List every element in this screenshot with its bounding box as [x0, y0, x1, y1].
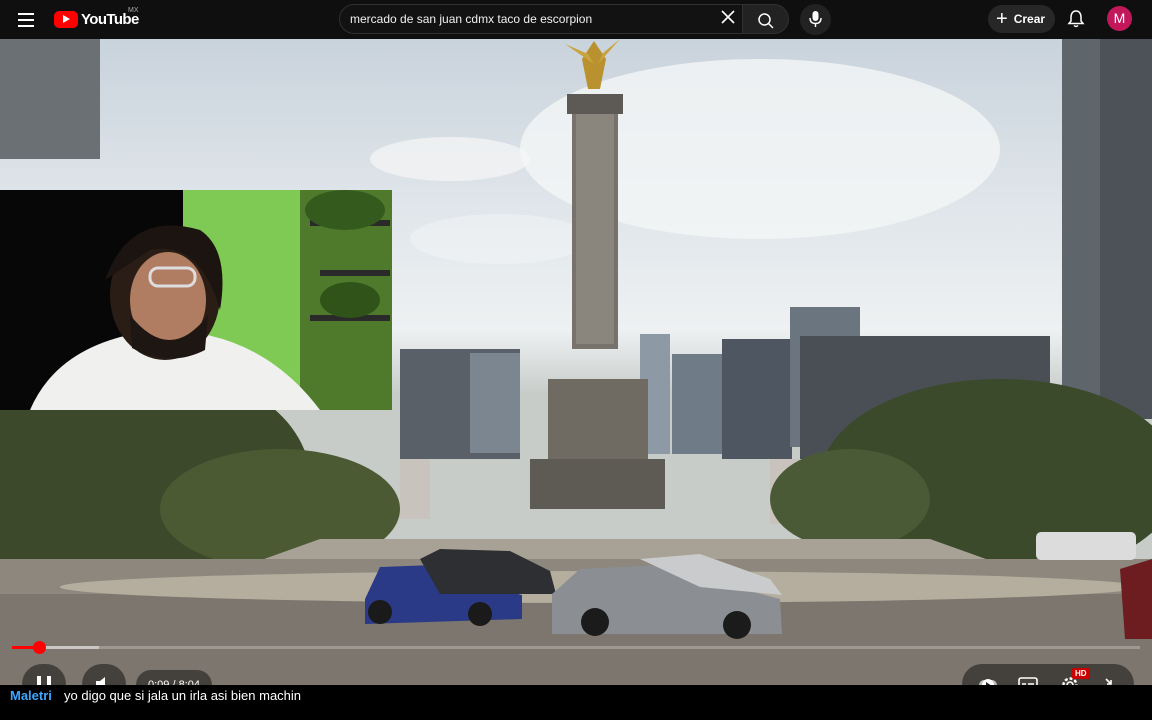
create-button[interactable]: + Crear — [988, 5, 1055, 33]
progress-bar[interactable] — [12, 641, 1140, 654]
menu-icon[interactable] — [14, 9, 38, 29]
chat-message: Maletri yo digo que si jala un irla asi … — [0, 685, 1152, 720]
masthead: YouTube MX + Crear M — [0, 0, 1152, 39]
search-icon — [758, 13, 774, 29]
webcam-overlay — [0, 190, 392, 410]
quality-badge: HD — [1072, 668, 1090, 679]
video-player[interactable] — [0, 39, 1152, 685]
mic-icon — [809, 11, 822, 27]
youtube-logo[interactable]: YouTube MX — [54, 7, 139, 28]
voice-search-button[interactable] — [800, 4, 831, 35]
avatar[interactable]: M — [1107, 6, 1132, 31]
close-icon[interactable] — [719, 8, 737, 26]
create-label: Crear — [1013, 12, 1046, 26]
logo-country-code: MX — [128, 7, 139, 14]
plus-icon: + — [996, 8, 1008, 30]
webcam-image — [0, 190, 392, 410]
search-box — [339, 4, 743, 34]
chat-text: yo digo que si jala un irla asi bien mac… — [64, 688, 302, 703]
search-input[interactable] — [350, 5, 710, 33]
youtube-logo-icon — [54, 10, 78, 28]
bell-icon[interactable] — [1066, 9, 1086, 29]
search-button[interactable] — [743, 4, 789, 34]
chat-author[interactable]: Maletri — [10, 688, 52, 703]
progress-scrubber[interactable] — [33, 641, 47, 654]
